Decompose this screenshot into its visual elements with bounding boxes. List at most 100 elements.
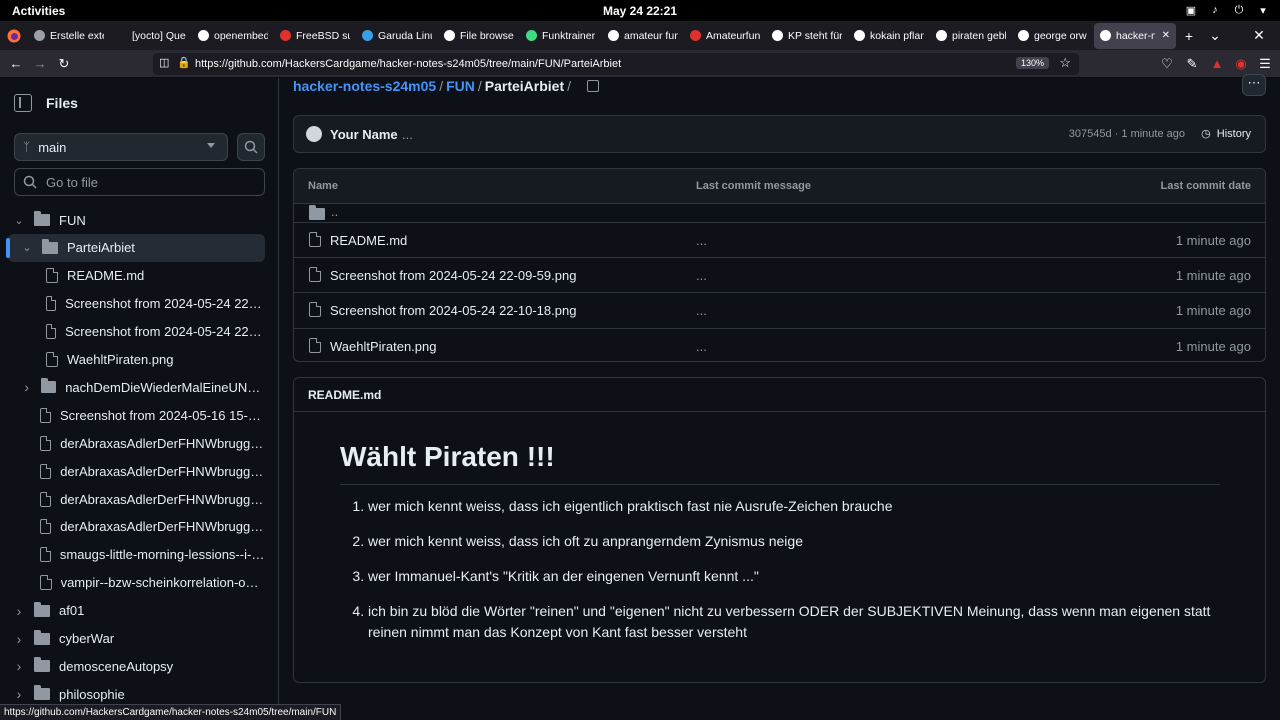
file-name-link[interactable]: README.md xyxy=(330,233,407,248)
chevron-right-icon[interactable]: › xyxy=(14,603,24,619)
tree-folder[interactable]: › cyberWar xyxy=(0,625,265,653)
browser-tab[interactable]: Amateurfunk xyxy=(684,23,766,49)
favicon-icon xyxy=(936,30,947,41)
tree-file[interactable]: derAbraxasAdlerDerFHNWbrugg4.png xyxy=(0,513,265,541)
table-row[interactable]: WaehltPiraten.png... 1 minute ago xyxy=(294,327,1265,361)
file-name-link[interactable]: WaehltPiraten.png xyxy=(330,339,436,354)
back-icon[interactable]: ← xyxy=(7,55,25,73)
pocket-icon[interactable]: ♡ xyxy=(1158,55,1176,73)
search-button[interactable] xyxy=(237,133,265,161)
parent-directory-row[interactable]: .. xyxy=(294,204,1265,222)
tree-label: philosophie xyxy=(59,686,125,702)
browser-tab[interactable]: Funktrainer xyxy=(520,23,602,49)
history-button[interactable]: ◷ History xyxy=(1201,127,1251,141)
branch-name: main xyxy=(38,139,67,155)
tree-file[interactable]: Screenshot from 2024-05-16 15-22.png xyxy=(0,401,265,429)
table-row[interactable]: README.md... 1 minute ago xyxy=(294,222,1265,257)
address-bar[interactable]: ◫ 🔒 https://github.com/HackersCardgame/h… xyxy=(153,53,1079,75)
chevron-down-icon[interactable]: ⌄ xyxy=(22,241,32,254)
tree-file[interactable]: derAbraxasAdlerDerFHNWbrugg2.png xyxy=(0,457,265,485)
close-window-icon[interactable]: ✕ xyxy=(1246,27,1272,44)
tree-folder[interactable]: › nachDemDieWiederMalEineUNHCR xyxy=(0,373,265,401)
tree-folder[interactable]: ⌄ FUN xyxy=(0,206,265,234)
commit-message[interactable]: ... xyxy=(696,233,707,248)
chevron-right-icon[interactable]: › xyxy=(14,686,24,702)
search-icon xyxy=(244,140,258,154)
file-icon xyxy=(309,232,321,247)
tree-file[interactable]: derAbraxasAdlerDerFHNWbrugg1.png xyxy=(0,429,265,457)
list-all-tabs-icon[interactable]: ⌄ xyxy=(1202,27,1228,44)
tree-file[interactable]: README.md xyxy=(0,262,265,290)
file-name-link[interactable]: Screenshot from 2024-05-24 22-09-59.png xyxy=(330,268,576,283)
table-row[interactable]: Screenshot from 2024-05-24 22-09-59.png.… xyxy=(294,257,1265,292)
tree-file[interactable]: smaugs-little-morning-lessions--i-am.md xyxy=(0,541,265,569)
table-row[interactable]: Screenshot from 2024-05-24 22-10-18.png.… xyxy=(294,292,1265,327)
browser-tab[interactable]: Erstelle exte xyxy=(28,23,110,49)
chevron-right-icon[interactable]: › xyxy=(22,379,32,395)
forward-icon[interactable]: → xyxy=(31,55,49,73)
commit-message[interactable]: ... xyxy=(696,339,707,354)
url-text[interactable]: https://github.com/HackersCardgame/hacke… xyxy=(195,58,621,70)
browser-tab[interactable]: Garuda Linu xyxy=(356,23,438,49)
tree-folder[interactable]: › demosceneAutopsy xyxy=(0,652,265,680)
file-name-link[interactable]: Screenshot from 2024-05-24 22-10-18.png xyxy=(330,303,576,318)
zoom-level[interactable]: 130% xyxy=(1015,57,1049,69)
browser-tab[interactable]: hacker-no ✕ xyxy=(1094,22,1176,49)
network-icon[interactable]: ▣ xyxy=(1184,3,1198,17)
copy-path-icon[interactable] xyxy=(587,80,599,92)
browser-tab[interactable]: KP steht für xyxy=(766,23,848,49)
favicon-icon xyxy=(772,30,783,41)
file-icon xyxy=(46,296,57,312)
lock-icon[interactable]: 🔒 xyxy=(177,56,191,69)
readme-list-item: wer mich kennt weiss, dass ich oft zu an… xyxy=(368,531,1228,552)
chevron-right-icon[interactable]: › xyxy=(14,658,24,674)
bookmark-star-icon[interactable]: ☆ xyxy=(1059,55,1071,71)
branch-selector[interactable]: ᛉ main xyxy=(14,133,228,161)
menu-icon[interactable]: ☰ xyxy=(1256,55,1274,73)
browser-tab[interactable]: kokain pflan xyxy=(848,23,930,49)
volume-icon[interactable]: ♪ xyxy=(1208,3,1222,17)
tree-folder[interactable]: › af01 xyxy=(0,597,265,625)
ublock-icon[interactable]: ◉ xyxy=(1232,55,1250,73)
system-tray[interactable]: ▣ ♪ ⏻ ▾ xyxy=(1184,3,1270,17)
more-options-button[interactable]: ⋯ xyxy=(1242,74,1266,96)
browser-tab[interactable]: george orw xyxy=(1012,23,1094,49)
commit-author[interactable]: Your Name xyxy=(330,127,398,142)
pdf-icon[interactable]: ▲ xyxy=(1208,55,1226,73)
tree-file[interactable]: vampir--bzw-scheinkorrelation-op.md xyxy=(0,569,265,597)
tree-file[interactable]: Screenshot from 2024-05-24 22-09-59.png xyxy=(0,290,265,318)
commit-sha[interactable]: 307545d · 1 minute ago xyxy=(1069,128,1185,140)
tree-label: nachDemDieWiederMalEineUNHCR xyxy=(65,379,265,395)
browser-tab[interactable]: openembedd xyxy=(192,23,274,49)
tree-file[interactable]: Screenshot from 2024-05-24 22-10-18.png xyxy=(0,318,265,346)
collapse-sidebar-icon[interactable] xyxy=(14,94,32,112)
tree-file[interactable]: WaehltPiraten.png xyxy=(0,346,265,374)
tree-file[interactable]: derAbraxasAdlerDerFHNWbrugg3.png xyxy=(0,485,265,513)
parent-directory-link[interactable]: .. xyxy=(331,204,338,219)
commit-message[interactable]: ... xyxy=(696,303,707,318)
chevron-right-icon[interactable]: › xyxy=(14,631,24,647)
breadcrumb-dir[interactable]: FUN xyxy=(446,78,475,94)
chevron-down-icon[interactable]: ▾ xyxy=(1256,3,1270,17)
readme-filename[interactable]: README.md xyxy=(294,378,1265,412)
reload-icon[interactable]: ↻ xyxy=(55,55,73,73)
browser-tab[interactable]: File browser xyxy=(438,23,520,49)
browser-tab[interactable]: piraten gebl xyxy=(930,23,1012,49)
power-icon[interactable]: ⏻ xyxy=(1232,3,1246,17)
firefox-logo-icon[interactable] xyxy=(0,21,28,50)
close-tab-icon[interactable]: ✕ xyxy=(1162,30,1170,41)
commit-message[interactable]: ... xyxy=(696,268,707,283)
extensions-icon[interactable]: ✎ xyxy=(1183,55,1201,73)
commit-message-expand[interactable]: ... xyxy=(402,127,413,142)
go-to-file-input[interactable]: Go to file xyxy=(14,168,265,196)
tree-folder[interactable]: ⌄ ParteiArbiet xyxy=(6,233,265,262)
browser-tab[interactable]: amateur fun xyxy=(602,23,684,49)
breadcrumb-repo[interactable]: hacker-notes-s24m05 xyxy=(293,78,436,94)
new-tab-button[interactable]: + xyxy=(1176,28,1202,44)
shield-icon[interactable]: ◫ xyxy=(159,56,169,69)
browser-tab[interactable]: FreeBSD sup xyxy=(274,23,356,49)
clock[interactable]: May 24 22:21 xyxy=(0,4,1280,18)
chevron-down-icon[interactable]: ⌄ xyxy=(14,214,24,227)
avatar[interactable] xyxy=(306,126,322,142)
browser-tab[interactable]: [yocto] Questio xyxy=(110,23,192,49)
